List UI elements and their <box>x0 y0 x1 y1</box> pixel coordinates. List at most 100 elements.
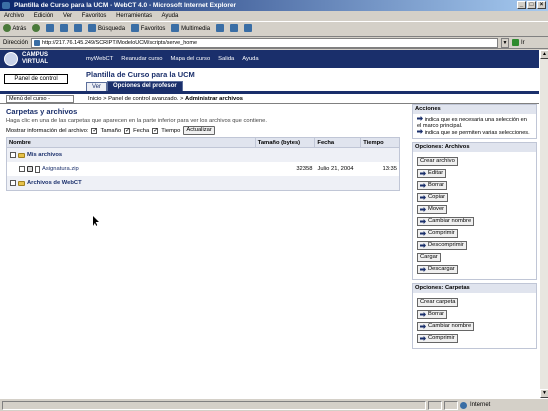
nav-resume-course[interactable]: Reanudar curso <box>121 56 162 62</box>
logo-line2: VIRTUAL <box>22 59 48 65</box>
btn-label: Comprimir <box>428 230 455 236</box>
btn-label: Cargar <box>420 254 438 260</box>
course-menu-select[interactable]: Menú del curso - <box>6 94 74 103</box>
move-button[interactable]: Mover <box>417 205 448 214</box>
search-button[interactable]: Búsqueda <box>88 22 126 36</box>
row-checkbox[interactable] <box>10 152 16 158</box>
menu-favoritos[interactable]: Favoritos <box>82 13 107 19</box>
decompress-button[interactable]: Descomprimir <box>417 241 467 250</box>
address-input[interactable]: http://217.76.145.249/SCRIPT/ModeloUCM/s… <box>31 37 498 48</box>
print-button[interactable] <box>244 22 253 36</box>
arrow-icon <box>420 207 426 212</box>
breadcrumb-control-panel[interactable]: Panel de control avanzado. <box>108 96 178 102</box>
history-button[interactable] <box>216 22 225 36</box>
course-title: Plantilla de Curso para la UCM <box>86 70 195 79</box>
nav-mywebct[interactable]: myWebCT <box>86 56 113 62</box>
actions-box: Acciones indica que es necesaria una sel… <box>412 104 537 139</box>
mail-button[interactable] <box>230 22 239 36</box>
upload-button[interactable]: Cargar <box>417 253 441 262</box>
delete-file-button[interactable]: Borrar <box>417 181 448 190</box>
row-checkbox[interactable] <box>10 180 16 186</box>
favorites-button[interactable]: Favoritos <box>131 22 165 36</box>
forward-button[interactable] <box>32 22 41 36</box>
multimedia-button[interactable]: Multimedia <box>171 22 210 36</box>
nav-exit[interactable]: Salida <box>218 56 234 62</box>
home-icon <box>74 23 83 32</box>
help-text: Haga clic en una de las carpetas que apa… <box>6 118 268 124</box>
size-checkbox[interactable] <box>91 127 98 134</box>
home-button[interactable] <box>74 22 83 36</box>
status-cell <box>444 401 458 410</box>
update-button[interactable]: Actualizar <box>183 126 215 135</box>
close-button[interactable]: × <box>537 1 546 9</box>
logo-line1: CAMPUS <box>22 52 49 58</box>
nav-course-map[interactable]: Mapa del curso <box>171 56 211 62</box>
arrow-icon <box>420 183 426 188</box>
btn-label: Cambiar nombre <box>428 323 472 329</box>
scroll-up-icon[interactable]: ▲ <box>540 50 548 59</box>
file-link[interactable]: Asignatura.zip <box>42 166 79 172</box>
table-row: Asignatura.zip 32358 Julio 21, 2004 13:3… <box>7 162 399 176</box>
page-title: Carpetas y archivos <box>6 107 78 116</box>
menu-archivo[interactable]: Archivo <box>4 13 24 19</box>
stop-button[interactable] <box>46 22 55 36</box>
status-main-cell <box>2 401 426 410</box>
menu-herramientas[interactable]: Herramientas <box>116 13 152 19</box>
btn-label: Copiar <box>428 194 446 200</box>
time-checkbox[interactable] <box>152 127 158 134</box>
copy-button[interactable]: Copiar <box>417 193 449 202</box>
row-checkbox[interactable] <box>19 166 25 172</box>
edit-button[interactable]: Editar <box>417 169 447 178</box>
btn-label: Crear archivo <box>420 158 455 164</box>
back-button[interactable]: Atrás <box>3 22 26 36</box>
address-dropdown-icon[interactable]: ▼ <box>501 37 509 48</box>
ie-icon <box>2 2 10 9</box>
file-options-box: Opciones: Archivos Crear archivo Editar … <box>412 142 537 280</box>
table-row: Mis archivos <box>7 148 399 162</box>
menu-edicion[interactable]: Edición <box>34 13 54 19</box>
delete-folder-button[interactable]: Borrar <box>417 310 448 319</box>
favorites-icon <box>131 23 140 32</box>
control-panel-button[interactable]: Panel de control <box>4 74 68 84</box>
minimize-button[interactable]: _ <box>517 1 526 9</box>
arrow-icon <box>420 312 426 317</box>
compress-file-button[interactable]: Comprimir <box>417 229 458 238</box>
date-checkbox[interactable] <box>124 127 130 134</box>
print-icon <box>244 23 253 32</box>
vertical-scrollbar[interactable]: ▲ ▼ <box>539 50 548 398</box>
refresh-button[interactable] <box>60 22 69 36</box>
go-label: Ir <box>521 39 525 46</box>
show-info-label: Mostrar información del archivo: <box>6 127 89 134</box>
status-cells <box>0 401 458 410</box>
multi-select-arrow-icon <box>417 129 423 134</box>
folder-link-mis-archivos[interactable]: Mis archivos <box>27 152 62 158</box>
btn-label: Editar <box>428 170 444 176</box>
campus-virtual-logo[interactable]: CAMPUS VIRTUAL <box>0 50 78 68</box>
maximize-button[interactable]: □ <box>527 1 536 9</box>
window-title: Plantilla de Curso para la UCM - WebCT 4… <box>14 2 237 9</box>
download-button[interactable]: Descargar <box>417 265 458 274</box>
actions-sidebar: Acciones indica que es necesaria una sel… <box>412 104 537 352</box>
preview-icon[interactable] <box>27 166 33 172</box>
size-option-label: Tamaño <box>100 127 122 134</box>
create-folder-button[interactable]: Crear carpeta <box>417 298 459 307</box>
menu-ayuda[interactable]: Ayuda <box>161 13 178 19</box>
compress-folder-button[interactable]: Comprimir <box>417 334 458 343</box>
rename-file-button[interactable]: Cambiar nombre <box>417 217 475 226</box>
go-button[interactable]: Ir <box>512 39 548 46</box>
window-title-bar: Plantilla de Curso para la UCM - WebCT 4… <box>0 0 548 11</box>
menu-bar: Archivo Edición Ver Favoritos Herramient… <box>0 11 548 22</box>
btn-label: Crear carpeta <box>420 299 456 305</box>
create-file-button[interactable]: Crear archivo <box>417 157 458 166</box>
folder-link-webct[interactable]: Archivos de WebCT <box>27 180 82 186</box>
breadcrumb-home[interactable]: Inicio <box>88 96 102 102</box>
search-label: Búsqueda <box>98 25 126 32</box>
menu-ver[interactable]: Ver <box>63 13 72 19</box>
rename-folder-button[interactable]: Cambiar nombre <box>417 322 475 331</box>
arrow-icon <box>420 219 426 224</box>
file-time: 13:35 <box>382 166 398 172</box>
nav-help[interactable]: Ayuda <box>242 56 258 62</box>
scroll-down-icon[interactable]: ▼ <box>540 389 548 398</box>
arrow-icon <box>420 231 426 236</box>
col-size: Tamaño (bytes) <box>256 138 316 147</box>
